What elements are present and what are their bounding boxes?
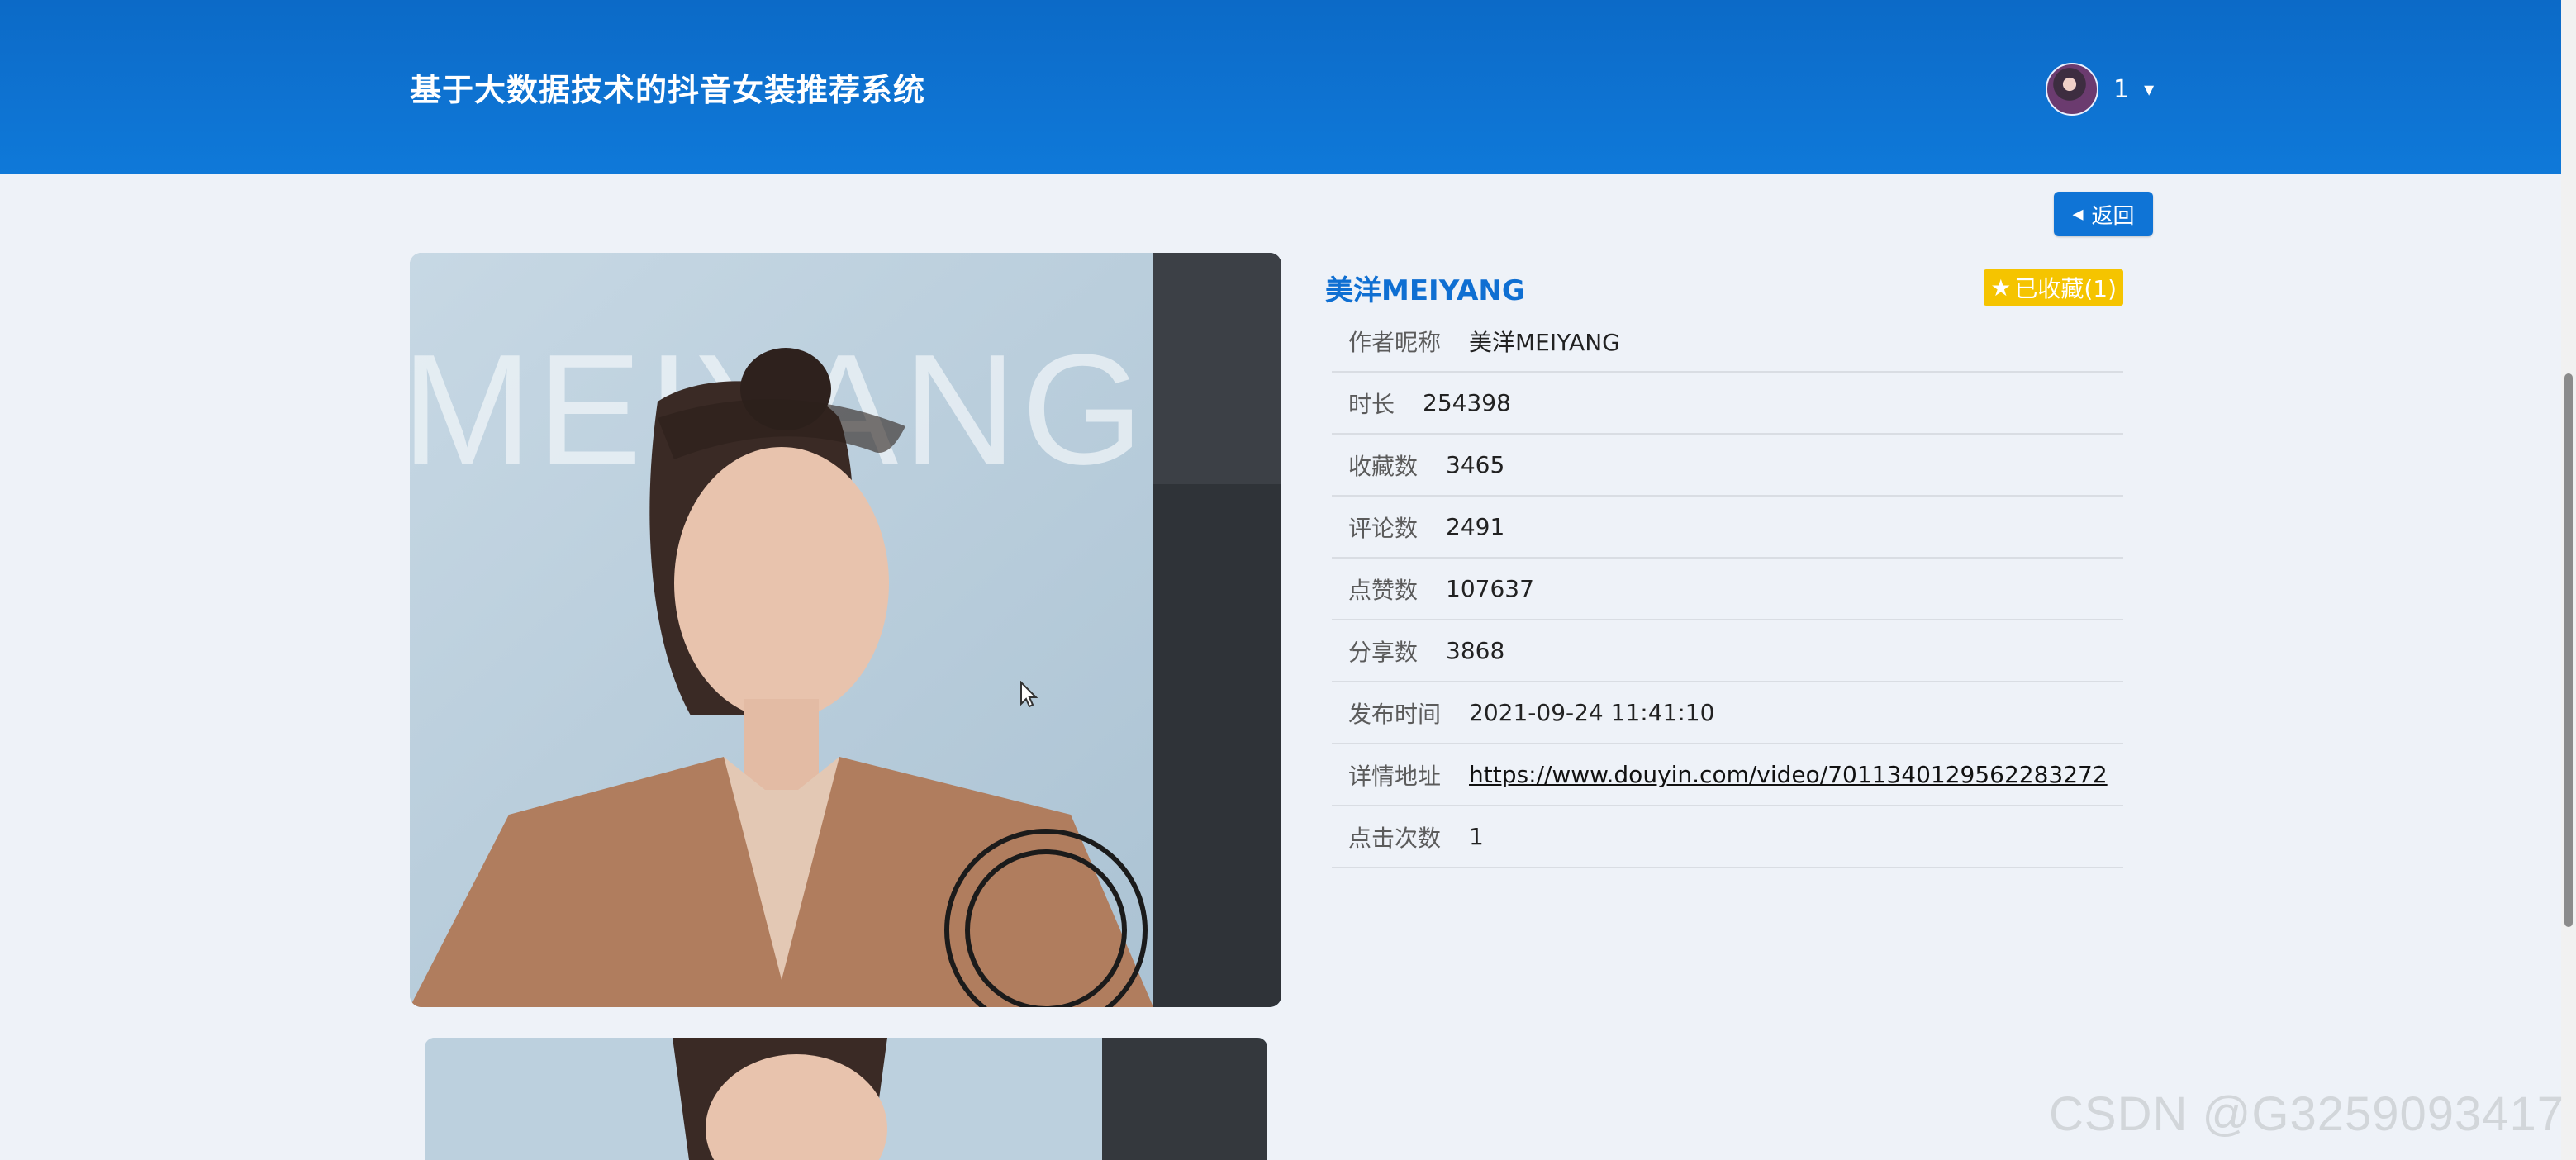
detail-row-author: 作者昵称 美洋MEIYANG bbox=[1332, 311, 2123, 373]
video-title: 美洋MEIYANG bbox=[1325, 273, 1525, 307]
row-value: 3465 bbox=[1446, 451, 1505, 478]
site-title: 基于大数据技术的抖音女装推荐系统 bbox=[410, 72, 926, 108]
row-label: 时长 bbox=[1348, 390, 1395, 418]
scrollbar-thumb[interactable] bbox=[2564, 373, 2573, 927]
video-cover-image: MEIYANG bbox=[410, 253, 1281, 1007]
user-avatar[interactable] bbox=[2046, 63, 2098, 116]
favorite-label: 已收藏(1) bbox=[2014, 275, 2117, 302]
caret-left-icon: ◂ bbox=[2072, 202, 2084, 226]
video-detail-panel: 美洋MEIYANG ★ 已收藏(1) 作者昵称 美洋MEIYANG 时长 254… bbox=[1325, 264, 2123, 868]
row-label: 作者昵称 bbox=[1348, 328, 1442, 356]
detail-row-favorites: 收藏数 3465 bbox=[1332, 435, 2123, 497]
row-label: 评论数 bbox=[1348, 514, 1419, 542]
row-label: 详情地址 bbox=[1348, 762, 1442, 790]
row-value: 3868 bbox=[1446, 637, 1505, 664]
video-thumbnail[interactable] bbox=[425, 1038, 1267, 1160]
back-button[interactable]: ◂ 返回 bbox=[2054, 192, 2153, 236]
row-label: 分享数 bbox=[1348, 638, 1419, 666]
row-label: 发布时间 bbox=[1348, 700, 1442, 728]
row-label: 收藏数 bbox=[1348, 452, 1419, 480]
row-value: 2491 bbox=[1446, 513, 1505, 540]
detail-url-link[interactable]: https://www.douyin.com/video/70113401295… bbox=[1469, 761, 2108, 788]
favorite-button[interactable]: ★ 已收藏(1) bbox=[1984, 269, 2123, 306]
row-value: 107637 bbox=[1446, 575, 1534, 602]
detail-row-comments: 评论数 2491 bbox=[1332, 497, 2123, 559]
user-name[interactable]: 1 bbox=[2113, 75, 2129, 104]
caret-down-icon[interactable]: ▾ bbox=[2144, 78, 2154, 101]
page-scrollbar[interactable] bbox=[2561, 0, 2576, 1160]
detail-row-likes: 点赞数 107637 bbox=[1332, 559, 2123, 620]
row-label: 点赞数 bbox=[1348, 576, 1419, 604]
top-header: 基于大数据技术的抖音女装推荐系统 1 ▾ bbox=[0, 0, 2561, 174]
row-value: 254398 bbox=[1423, 389, 1511, 416]
row-value: 2021-09-24 11:41:10 bbox=[1469, 699, 1715, 726]
star-icon: ★ bbox=[1990, 273, 2012, 302]
detail-row-publish-time: 发布时间 2021-09-24 11:41:10 bbox=[1332, 682, 2123, 744]
detail-row-shares: 分享数 3868 bbox=[1332, 620, 2123, 682]
user-menu[interactable]: 1 ▾ bbox=[2046, 63, 2154, 116]
row-value: 1 bbox=[1469, 823, 1484, 850]
row-label: 点击次数 bbox=[1348, 824, 1442, 852]
back-button-label: 返回 bbox=[2091, 203, 2135, 229]
detail-row-url: 详情地址 https://www.douyin.com/video/701134… bbox=[1332, 744, 2123, 806]
mouse-cursor-icon bbox=[1020, 681, 1038, 708]
detail-row-duration: 时长 254398 bbox=[1332, 373, 2123, 435]
detail-row-clicks: 点击次数 1 bbox=[1332, 806, 2123, 868]
watermark: CSDN @G3259093417 bbox=[2049, 1087, 2565, 1141]
row-value: 美洋MEIYANG bbox=[1469, 328, 1620, 356]
